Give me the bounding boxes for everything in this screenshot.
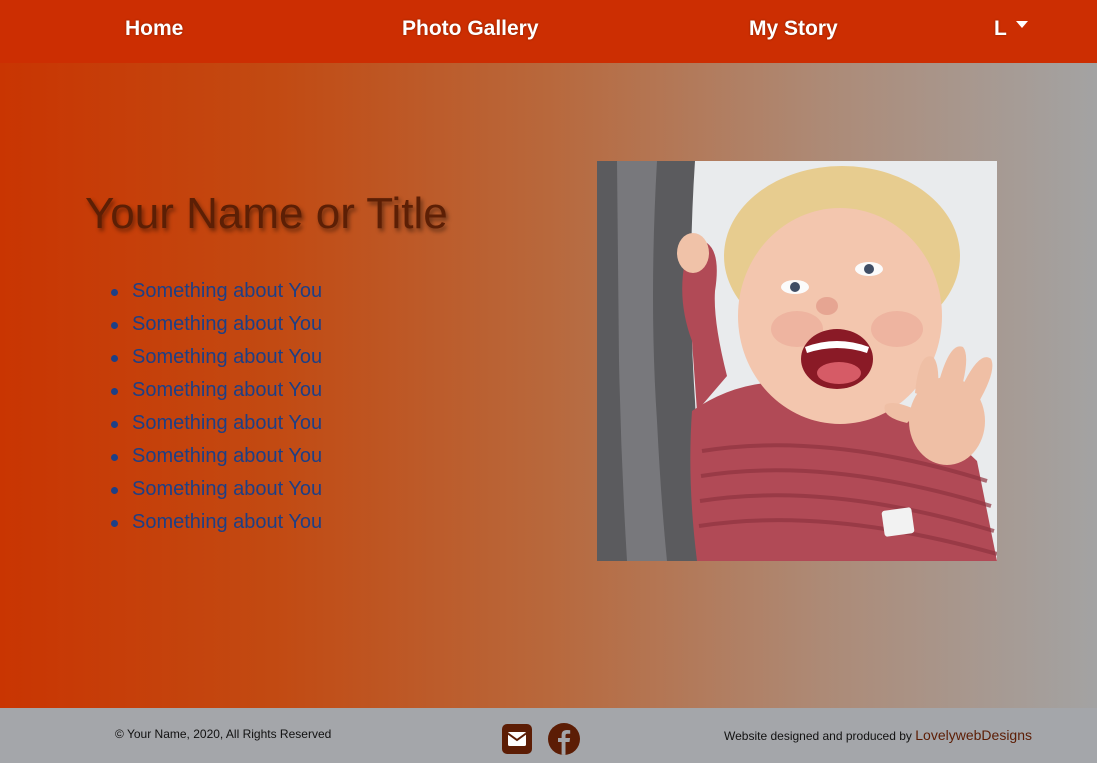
credit-text: Website designed and produced by Lovelyw…: [724, 727, 1032, 743]
hero-title: Your Name or Title: [85, 189, 448, 238]
nav-dropdown-label: L: [994, 17, 1007, 40]
footer: © Your Name, 2020, All Rights Reserved W…: [0, 708, 1097, 763]
child-photo: [597, 161, 997, 561]
nav-dropdown-toggle[interactable]: L: [994, 17, 1028, 41]
about-list: Something about You Something about You …: [110, 275, 322, 539]
lovelywebdesigns-link[interactable]: LovelywebDesigns: [915, 727, 1032, 743]
list-item: Something about You: [110, 506, 322, 539]
nav-home-link[interactable]: Home: [125, 17, 183, 41]
list-item: Something about You: [110, 341, 322, 374]
facebook-icon: [558, 730, 571, 755]
list-item: Something about You: [110, 308, 322, 341]
list-item: Something about You: [110, 473, 322, 506]
hero-section: Your Name or Title Something about You S…: [0, 63, 1097, 708]
copyright-text: © Your Name, 2020, All Rights Reserved: [115, 727, 332, 741]
nav-photo-gallery-link[interactable]: Photo Gallery: [402, 17, 539, 41]
nav-my-story-link[interactable]: My Story: [749, 17, 838, 41]
page: Home Photo Gallery My Story L Your Name …: [0, 0, 1097, 763]
navbar: Home Photo Gallery My Story L: [0, 0, 1097, 63]
list-item: Something about You: [110, 440, 322, 473]
list-item: Something about You: [110, 275, 322, 308]
caret-down-icon: [1015, 20, 1028, 28]
facebook-button[interactable]: [548, 723, 580, 755]
list-item: Something about You: [110, 407, 322, 440]
list-item: Something about You: [110, 374, 322, 407]
credit-label: Website designed and produced by: [724, 729, 912, 743]
email-button[interactable]: [502, 724, 532, 754]
envelope-icon: [507, 732, 527, 746]
